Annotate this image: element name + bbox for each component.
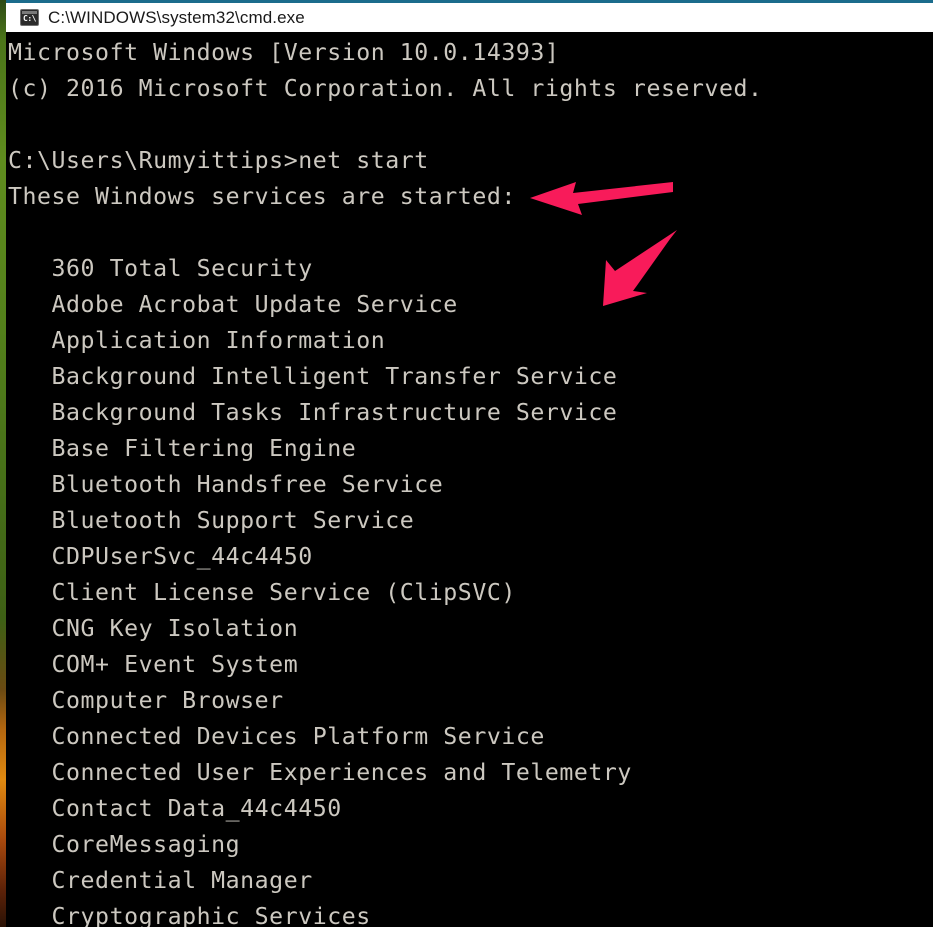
window-title-text: C:\WINDOWS\system32\cmd.exe — [48, 7, 305, 27]
console-output-area[interactable]: Microsoft Windows [Version 10.0.14393] (… — [6, 32, 933, 927]
command-prompt-window: C:\ C:\WINDOWS\system32\cmd.exe Microsof… — [6, 0, 933, 927]
cmd-console-icon: C:\ — [20, 9, 39, 26]
cmd-icon-prompt-glyph: C:\ — [23, 14, 36, 23]
cmd-icon-titlebar-stripe — [22, 11, 37, 14]
window-title-bar[interactable]: C:\ C:\WINDOWS\system32\cmd.exe — [6, 0, 933, 32]
console-text-content: Microsoft Windows [Version 10.0.14393] (… — [8, 39, 763, 927]
